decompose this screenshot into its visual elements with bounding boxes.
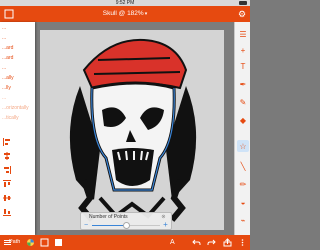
number-of-points-label: Number of Points <box>89 214 128 220</box>
artboard[interactable] <box>40 30 224 230</box>
gear-icon[interactable]: ⚙ <box>237 9 247 19</box>
menu-icon-row[interactable] <box>0 136 35 148</box>
align-top-icon <box>3 180 11 187</box>
brush-tool-icon[interactable]: ✎ <box>237 96 249 108</box>
color-wheel-icon[interactable] <box>26 238 35 247</box>
text-tool-icon[interactable]: T <box>237 60 249 72</box>
pencil-tool-icon[interactable]: ✏ <box>237 178 249 190</box>
layers-icon[interactable]: ☰ <box>237 28 249 40</box>
battery-icon <box>239 1 247 5</box>
line-tool-icon[interactable]: ╲ <box>237 160 249 172</box>
menu-item[interactable]: ... <box>0 24 35 32</box>
fill-tool-icon[interactable]: ◒ <box>237 196 249 208</box>
more-icon[interactable] <box>238 238 247 247</box>
document-title[interactable]: Skull @ 182%▾ <box>0 6 250 22</box>
bandana-shape <box>82 38 188 90</box>
canvas-area[interactable] <box>0 22 234 235</box>
skull-artwork[interactable] <box>40 30 224 230</box>
undo-icon[interactable] <box>192 238 201 247</box>
number-of-points-panel: Number of Points ⊗ − + <box>80 212 172 230</box>
stroke-icon[interactable] <box>40 238 49 247</box>
menu-icon-row[interactable] <box>0 164 35 176</box>
chevron-down-icon: ▾ <box>144 11 148 17</box>
align-middle-icon <box>3 195 11 201</box>
pen-tool-icon[interactable]: ✒ <box>237 78 249 90</box>
bottom-bar: Path A <box>0 235 250 250</box>
share-icon[interactable] <box>223 238 232 247</box>
align-center-icon <box>4 152 10 160</box>
top-app-bar: Skull @ 182%▾ ⚙ <box>0 6 250 22</box>
points-slider-fill <box>92 225 126 226</box>
align-right-icon <box>4 166 11 174</box>
menu-icon-row[interactable] <box>0 192 35 204</box>
menu-icon-row[interactable] <box>0 206 35 218</box>
points-slider-thumb[interactable] <box>123 222 130 229</box>
menu-item-disabled: ...tically <box>2 115 19 121</box>
text-style-button[interactable]: A <box>170 235 175 250</box>
fill-icon[interactable] <box>54 238 63 247</box>
align-bottom-icon <box>3 209 11 216</box>
app-screen: 9:52 PM Skull @ 182%▾ ⚙ ... ... ...ard .… <box>0 0 250 250</box>
menu-item-disabled: ... <box>2 95 7 101</box>
points-slider[interactable] <box>92 222 160 229</box>
tool-palette: ☰ + T ✒ ✎ ◆ ☆ ╲ ✏ ◒ ⌁ <box>234 22 250 235</box>
align-left-icon <box>3 138 10 146</box>
star-tool-icon[interactable]: ☆ <box>237 140 249 152</box>
menu-item[interactable]: ...ally <box>0 74 35 82</box>
menu-item[interactable]: ... <box>0 64 35 72</box>
menu-item[interactable]: ...ard <box>0 54 35 62</box>
menu-icon-row[interactable] <box>0 178 35 190</box>
add-icon[interactable]: + <box>237 44 249 56</box>
document-title-text: Skull @ 182% <box>102 10 144 17</box>
menu-icon-row[interactable] <box>0 150 35 162</box>
redo-icon[interactable] <box>207 238 216 247</box>
menu-item[interactable]: ...lly <box>0 84 35 92</box>
eyedropper-tool-icon[interactable]: ⌁ <box>237 214 249 226</box>
increase-points-button[interactable]: + <box>162 221 169 229</box>
menu-item[interactable]: ... <box>0 34 35 42</box>
menu-item-disabled: ...orizontally <box>2 105 29 111</box>
side-menu: ... ... ...ard ...ard ... ...ally ...lly… <box>0 22 35 235</box>
decrease-points-button[interactable]: − <box>83 222 89 229</box>
path-label[interactable]: Path <box>9 235 20 250</box>
menu-item[interactable]: ...ard <box>0 44 35 52</box>
shape-tool-icon[interactable]: ◆ <box>237 114 249 126</box>
